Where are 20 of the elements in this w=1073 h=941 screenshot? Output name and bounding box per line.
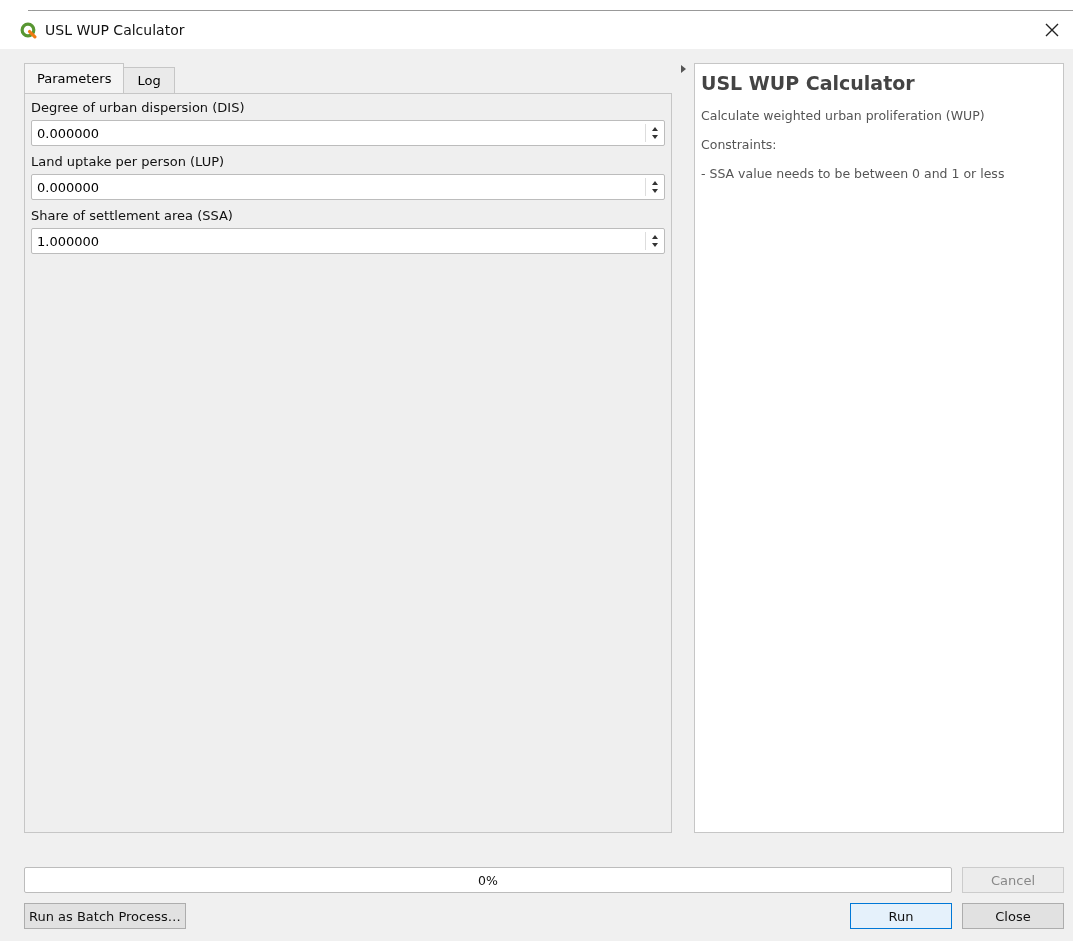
parameter-label: Share of settlement area (SSA) xyxy=(31,208,234,223)
spin-box[interactable]: 0.000000 xyxy=(31,174,665,200)
help-text: - SSA value needs to be between 0 and 1 or less xyxy=(701,166,1006,181)
run-button[interactable]: Run xyxy=(850,903,952,929)
close-icon[interactable] xyxy=(1045,23,1059,37)
spin-box[interactable]: 0.000000 xyxy=(31,120,665,146)
parameter-label: Degree of urban dispersion (DIS) xyxy=(31,100,246,115)
help-title: USL WUP Calculator xyxy=(701,72,916,94)
close-button[interactable]: Close xyxy=(962,903,1064,929)
collapse-arrow-icon[interactable] xyxy=(680,65,686,73)
app-logo-icon xyxy=(20,21,37,39)
progress-text: 0% xyxy=(478,872,498,888)
tab[interactable]: Log xyxy=(123,67,175,93)
batch-button[interactable]: Run as Batch Process… xyxy=(24,903,186,929)
window-title: USL WUP Calculator xyxy=(45,22,186,38)
parameter-label: Land uptake per person (LUP) xyxy=(31,154,226,169)
help-text: Calculate weighted urban proliferation (WUP) xyxy=(701,108,986,123)
tab[interactable]: Parameters xyxy=(24,63,125,93)
help-text: Constraints: xyxy=(701,137,778,152)
spin-box[interactable]: 1.000000 xyxy=(31,228,665,254)
